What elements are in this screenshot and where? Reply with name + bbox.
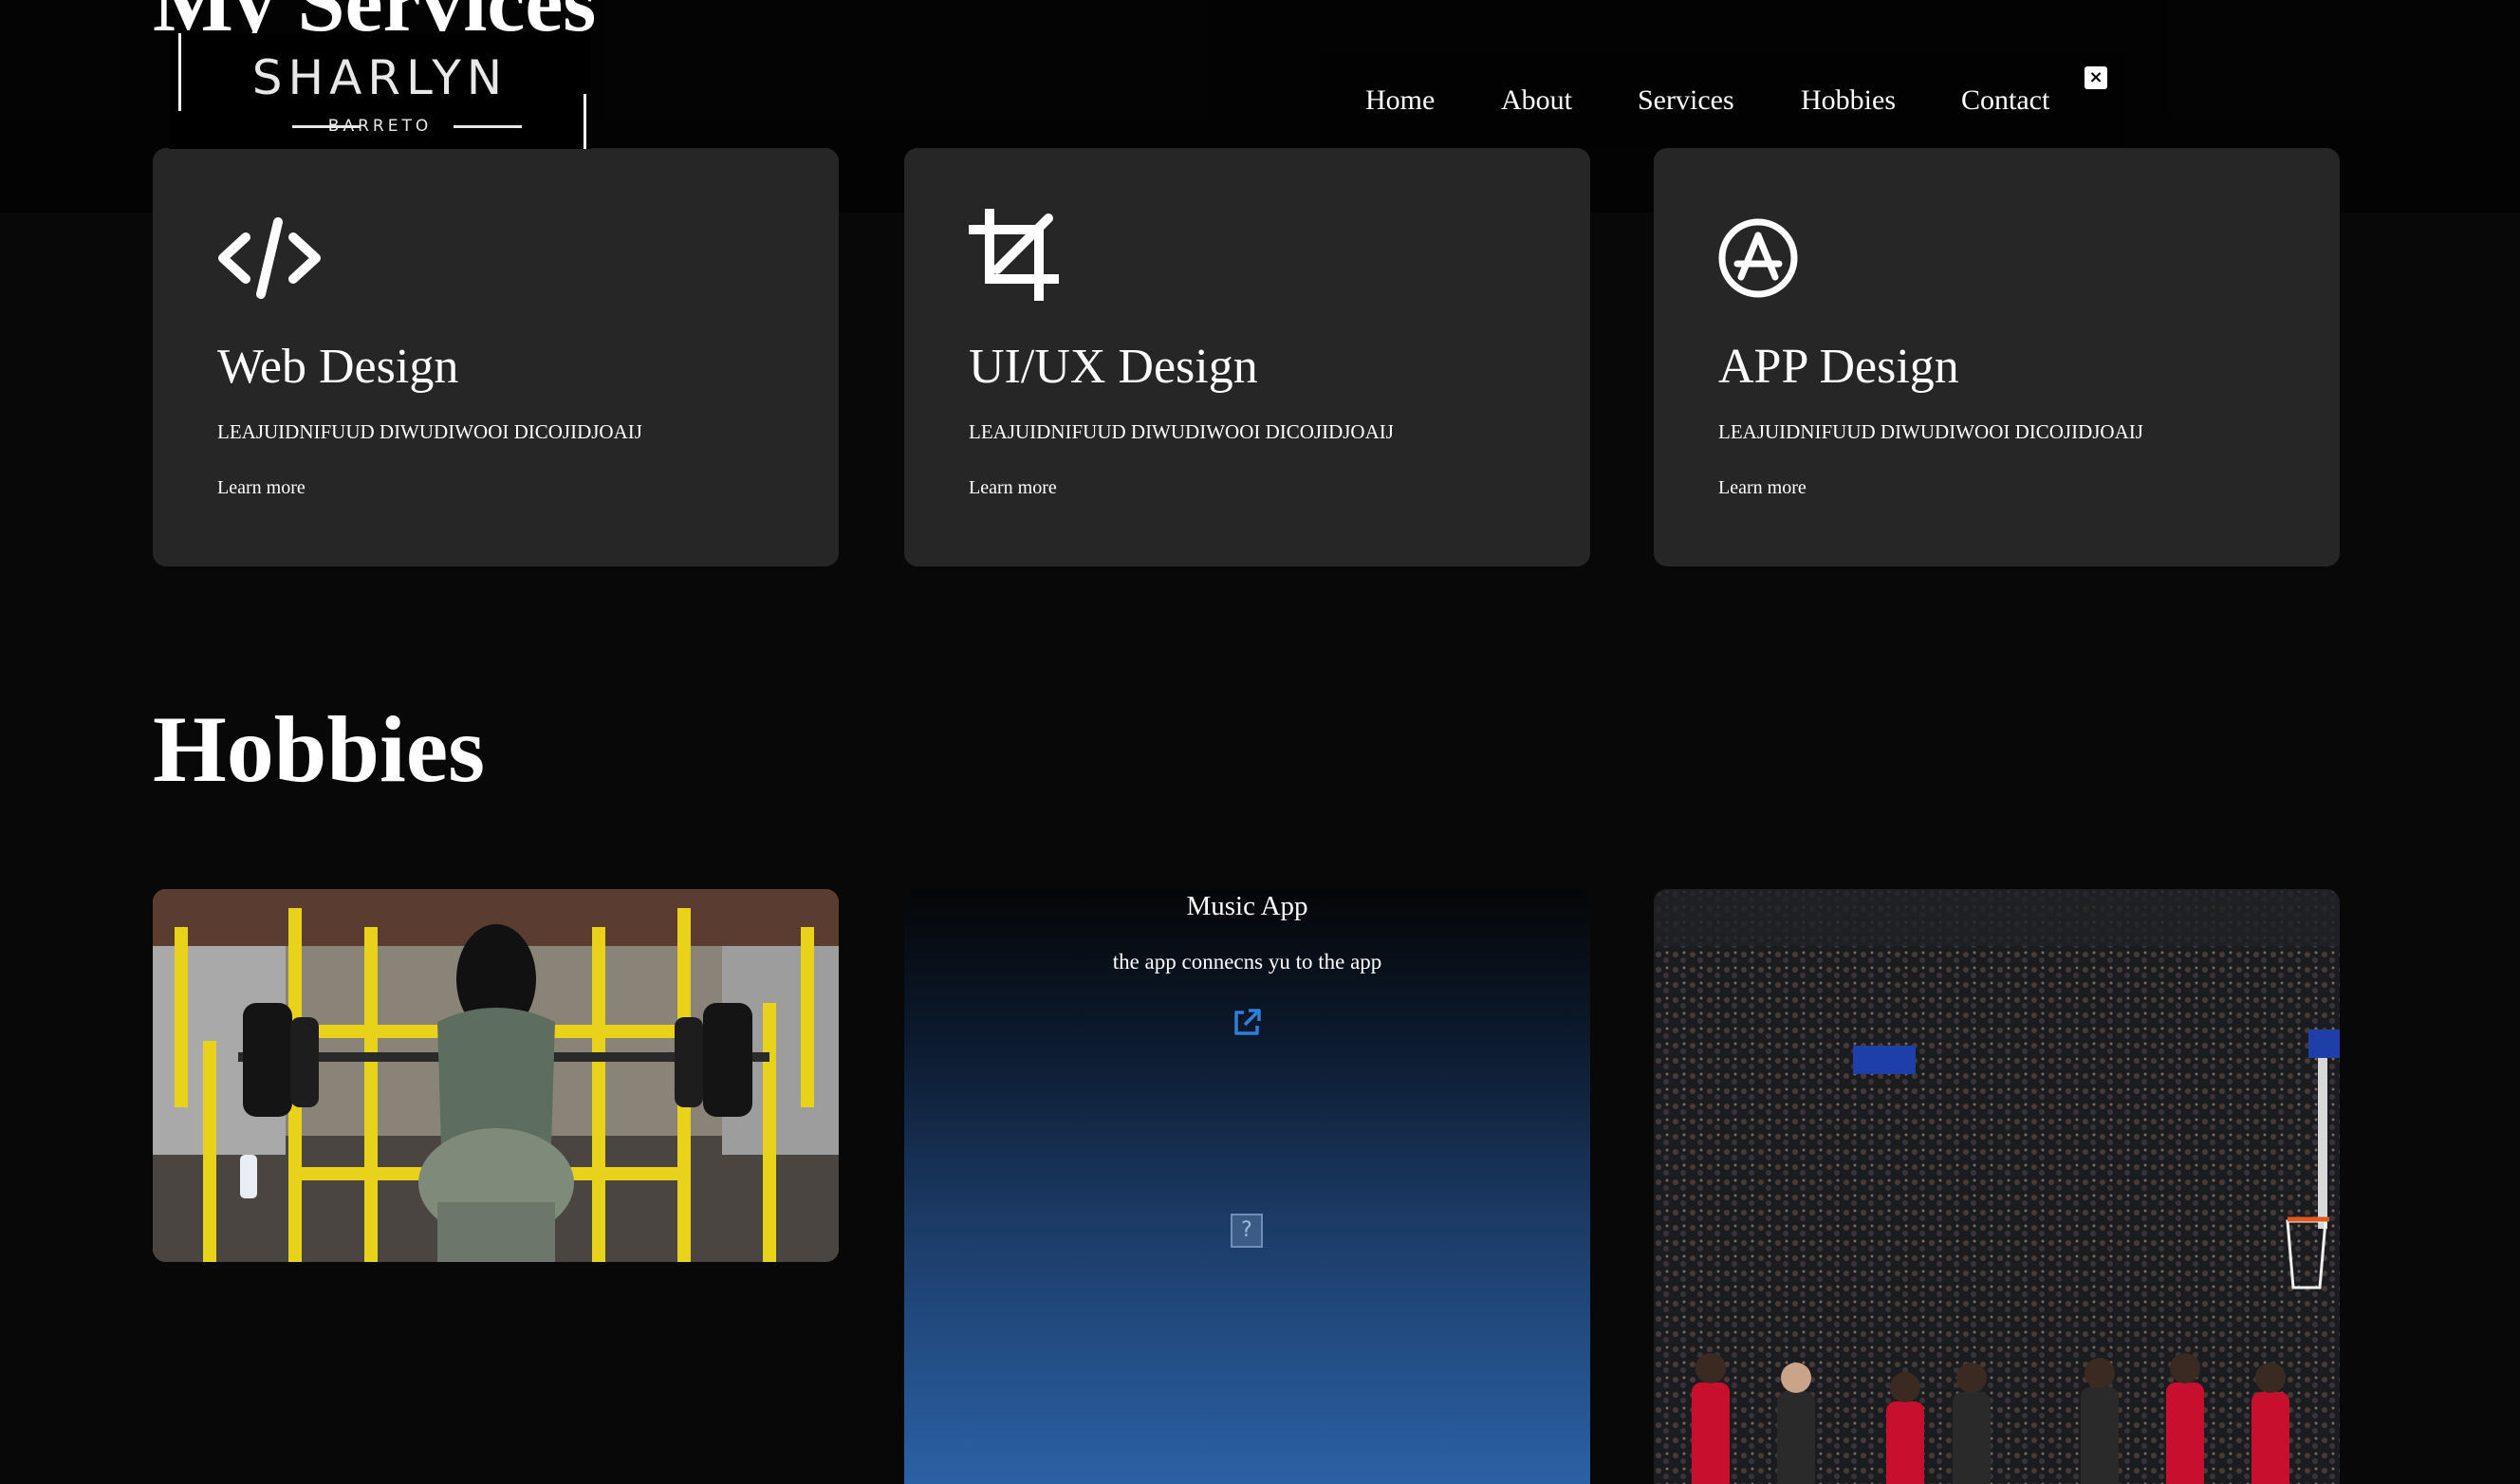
card-description: LEAJUIDNIFUUD DIWUDIWOOI DICOJIDJOAIJ <box>969 420 1394 443</box>
service-card-uiux: UI/UX Design LEAJUIDNIFUUD DIWUDIWOOI DI… <box>904 148 1590 566</box>
basketball-photo-illustration <box>1654 889 2340 1484</box>
logo-name: SHARLYN <box>251 50 509 105</box>
crop-icon <box>969 209 1059 301</box>
card-title: UI/UX Design <box>969 340 1258 394</box>
nav-contact[interactable]: Contact <box>1961 82 2049 119</box>
service-card-web: Web Design LEAJUIDNIFUUD DIWUDIWOOI DICO… <box>153 148 839 566</box>
portfolio-page: My Services SHARLYN BARRETO Home About S… <box>0 0 2520 1484</box>
external-link-icon[interactable] <box>1231 1007 1263 1039</box>
app-store-icon <box>1718 218 1798 298</box>
gym-photo <box>153 889 839 1262</box>
music-app-description: the app connecns yu to the app <box>1112 950 1382 974</box>
code-icon <box>218 217 321 299</box>
basketball-arena-photo <box>1654 889 2340 1484</box>
card-title: APP Design <box>1718 340 1959 394</box>
music-app-card: Music App the app connecns yu to the app… <box>904 889 1590 1484</box>
card-title: Web Design <box>217 340 459 394</box>
gym-photo-illustration <box>153 889 839 1262</box>
nav-home[interactable]: Home <box>1365 82 1435 119</box>
learn-more-link[interactable]: Learn more <box>969 477 1057 499</box>
hobbies-heading: Hobbies <box>153 696 486 802</box>
music-app-title: Music App <box>1186 891 1308 921</box>
close-icon[interactable]: × <box>2085 66 2107 89</box>
learn-more-link[interactable]: Learn more <box>217 477 306 499</box>
logo-subtitle: BARRETO <box>327 117 433 136</box>
learn-more-link[interactable]: Learn more <box>1718 477 1807 499</box>
nav-hobbies[interactable]: Hobbies <box>1801 82 1896 119</box>
main-nav: Home About Services Hobbies Contact × <box>1321 53 2125 148</box>
site-logo[interactable]: SHARLYN BARRETO <box>169 33 591 149</box>
card-description: LEAJUIDNIFUUD DIWUDIWOOI DICOJIDJOAIJ <box>1718 420 2143 443</box>
nav-about[interactable]: About <box>1501 82 1572 119</box>
logo-divider-right <box>454 125 522 128</box>
service-card-app: APP Design LEAJUIDNIFUUD DIWUDIWOOI DICO… <box>1654 148 2340 566</box>
card-description: LEAJUIDNIFUUD DIWUDIWOOI DICOJIDJOAIJ <box>217 420 642 443</box>
broken-image-icon: ? <box>1231 1214 1263 1248</box>
nav-services[interactable]: Services <box>1638 82 1734 119</box>
